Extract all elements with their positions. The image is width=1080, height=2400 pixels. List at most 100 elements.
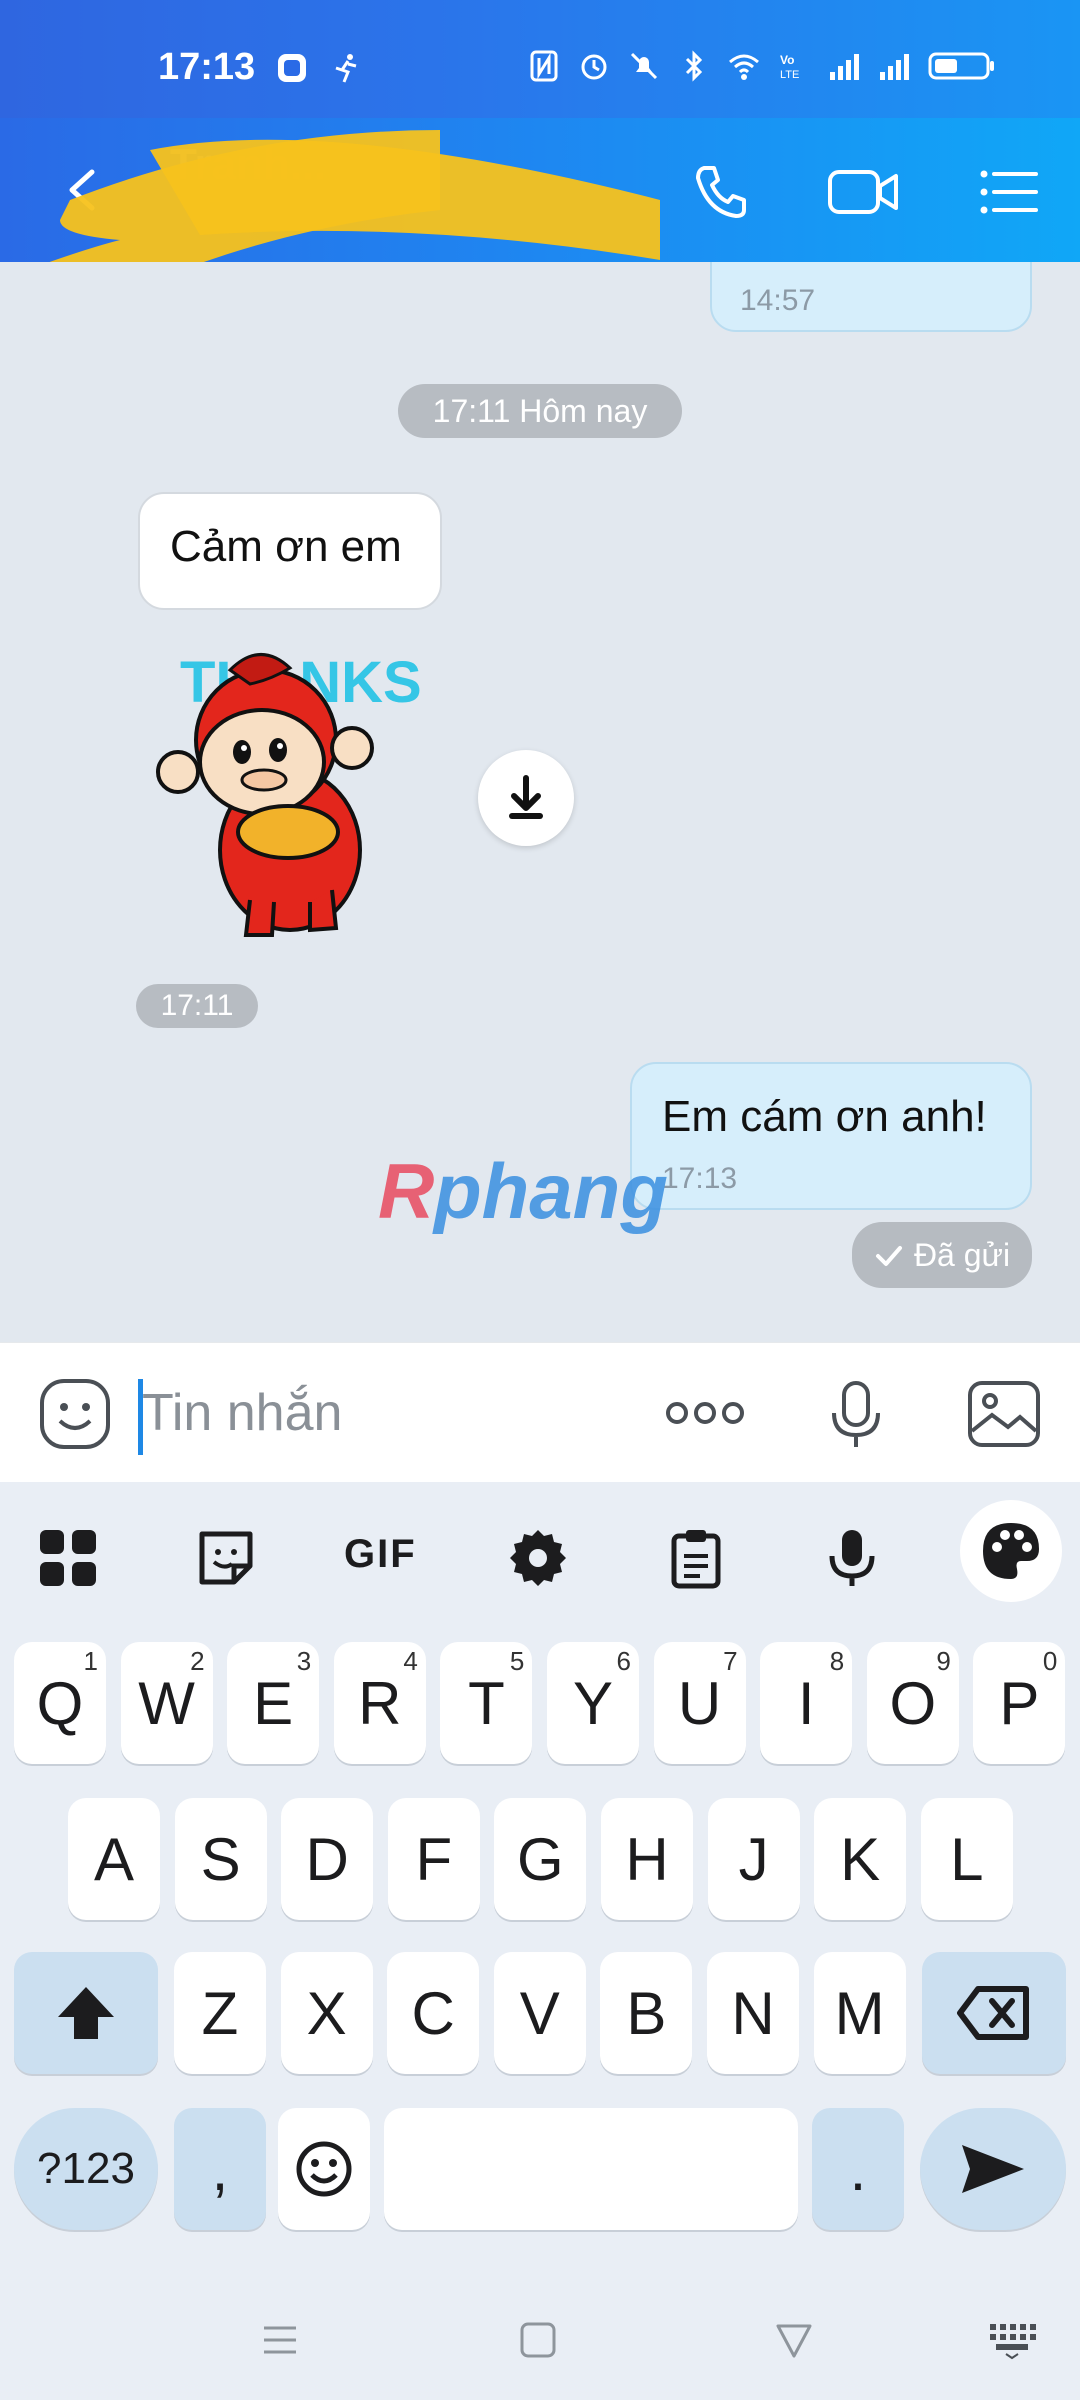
chat-area[interactable]: 14:57 17:11 Hôm nay Cảm ơn em THANKS 17:…	[0, 262, 1080, 1342]
key-hint: 8	[829, 1646, 845, 1676]
comma-key[interactable]: ,	[174, 2108, 266, 2230]
signal-icon	[880, 54, 909, 80]
key-label: O	[889, 1669, 937, 1737]
battery-icon	[928, 52, 994, 80]
gif-button[interactable]: GIF	[344, 1532, 417, 1577]
watermark-logo: R phang	[378, 1150, 668, 1235]
key-hint: 6	[616, 1646, 631, 1676]
thanks-sticker[interactable]: THANKS	[150, 640, 430, 940]
image-icon[interactable]	[966, 1379, 1042, 1449]
key-o[interactable]: O9	[866, 1642, 959, 1764]
key-m[interactable]: M	[813, 1952, 906, 2074]
key-k[interactable]: K	[814, 1798, 907, 1920]
outgoing-message-text: Em cám ơn anh!	[662, 1092, 987, 1141]
key-g[interactable]: G	[494, 1798, 587, 1920]
emoji-icon[interactable]	[38, 1377, 112, 1451]
key-v[interactable]: V	[493, 1952, 586, 2074]
message-input[interactable]	[142, 1373, 642, 1453]
checkmark-icon	[875, 1246, 902, 1266]
phone-icon[interactable]	[688, 160, 752, 224]
key-r[interactable]: R4	[333, 1642, 426, 1764]
key-label: Q	[36, 1669, 84, 1737]
back-nav-icon[interactable]	[774, 2320, 814, 2360]
key-s[interactable]: S	[174, 1798, 267, 1920]
download-button[interactable]	[478, 750, 574, 846]
space-key[interactable]	[384, 2108, 798, 2230]
key-hint: 0	[1042, 1646, 1058, 1676]
menu-nav-icon[interactable]	[260, 2320, 300, 2360]
more-icon[interactable]	[664, 1393, 746, 1433]
svg-text:LTE: LTE	[780, 69, 799, 81]
keyboard-mic-icon[interactable]	[820, 1526, 884, 1590]
sticker-icon[interactable]	[194, 1526, 258, 1590]
key-label: I	[797, 1669, 815, 1737]
key-q[interactable]: Q1	[14, 1642, 106, 1764]
key-hint: 9	[936, 1646, 951, 1676]
symbols-key[interactable]: ?123	[14, 2108, 158, 2230]
keyboard: GIF ?123 , . Q1W2E3R4T5Y6U7I8O9P0ASDFGHJ…	[0, 1482, 1080, 2400]
backspace-key[interactable]	[922, 1952, 1066, 2074]
grid-icon[interactable]	[36, 1526, 100, 1590]
video-icon[interactable]	[826, 160, 902, 224]
previous-message-time: 14:57	[740, 284, 816, 317]
app-icon	[278, 54, 306, 82]
nfc-icon	[530, 50, 558, 82]
key-label: W	[138, 1669, 195, 1737]
key-p[interactable]: P0	[973, 1642, 1066, 1764]
shift-key[interactable]	[14, 1952, 158, 2074]
key-d[interactable]: D	[281, 1798, 374, 1920]
send-key[interactable]	[920, 2108, 1066, 2230]
home-nav-icon[interactable]	[518, 2320, 558, 2360]
key-label: V	[519, 1979, 560, 2047]
key-label: R	[358, 1669, 402, 1737]
volte-icon: Vo LTE	[780, 53, 799, 81]
keyboard-toolbar: GIF	[0, 1482, 1080, 1632]
emoji-key[interactable]	[278, 2108, 370, 2230]
send-icon	[962, 2145, 1024, 2193]
key-i[interactable]: I8	[760, 1642, 853, 1764]
key-label: H	[625, 1825, 669, 1893]
key-u[interactable]: U7	[653, 1642, 746, 1764]
mic-icon[interactable]	[826, 1379, 886, 1451]
key-label: Y	[572, 1669, 614, 1737]
incoming-message-bubble[interactable]: Cảm ơn em	[138, 492, 442, 610]
palette-button[interactable]	[960, 1500, 1062, 1602]
key-hint: 5	[509, 1646, 525, 1676]
contact-name[interactable]: Tranh...	[170, 140, 326, 190]
key-w[interactable]: W2	[120, 1642, 213, 1764]
key-y[interactable]: Y6	[547, 1642, 639, 1764]
key-label: D	[305, 1825, 349, 1893]
download-icon	[509, 775, 543, 819]
key-l[interactable]: L	[920, 1798, 1013, 1920]
palette-icon	[983, 1523, 1039, 1579]
key-label: P	[999, 1669, 1040, 1737]
key-b[interactable]: B	[600, 1952, 693, 2074]
key-label: T	[468, 1669, 505, 1737]
key-hint: 3	[296, 1646, 312, 1676]
key-j[interactable]: J	[707, 1798, 800, 1920]
key-label: K	[840, 1825, 881, 1893]
key-f[interactable]: F	[387, 1798, 480, 1920]
mute-icon	[630, 52, 658, 80]
key-hint: 1	[83, 1646, 98, 1676]
key-x[interactable]: X	[280, 1952, 373, 2074]
key-n[interactable]: N	[707, 1952, 799, 2074]
clipboard-icon[interactable]	[664, 1526, 728, 1590]
alarm-icon	[581, 54, 607, 80]
key-e[interactable]: E3	[227, 1642, 320, 1764]
system-navbar	[0, 2280, 1080, 2400]
key-label: G	[517, 1825, 564, 1893]
key-a[interactable]: A	[68, 1798, 160, 1920]
key-z[interactable]: Z	[174, 1952, 266, 2074]
settings-icon[interactable]	[506, 1526, 570, 1590]
key-label: F	[415, 1825, 453, 1893]
day-separator: 17:11 Hôm nay	[398, 384, 682, 438]
period-key[interactable]: .	[812, 2108, 904, 2230]
key-label: L	[950, 1825, 984, 1893]
key-h[interactable]: H	[601, 1798, 693, 1920]
keyboard-nav-icon[interactable]	[988, 2320, 1036, 2360]
menu-icon[interactable]	[976, 160, 1040, 224]
key-c[interactable]: C	[387, 1952, 480, 2074]
back-arrow-icon[interactable]	[52, 158, 116, 222]
key-t[interactable]: T5	[440, 1642, 533, 1764]
